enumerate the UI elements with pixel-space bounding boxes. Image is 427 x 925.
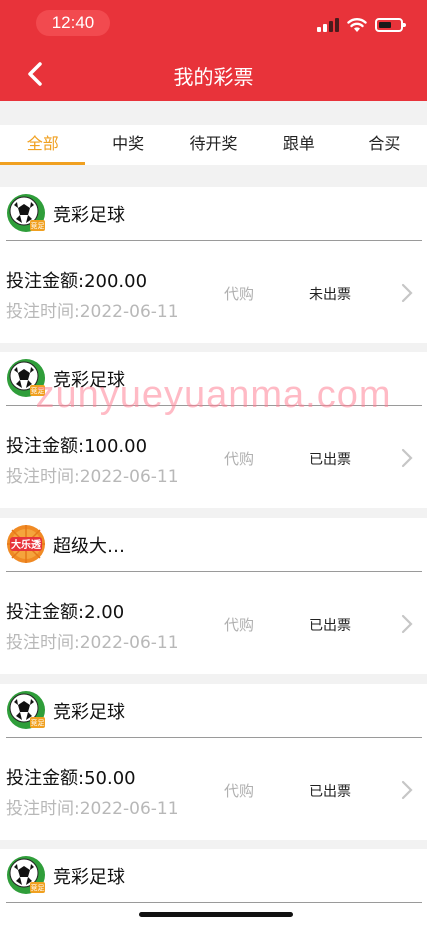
- tab-all[interactable]: 全部: [0, 125, 86, 165]
- ticket-status: 已出票: [309, 618, 351, 634]
- chevron-right-icon[interactable]: [400, 282, 414, 304]
- order-card-header: 超级大…: [0, 518, 427, 572]
- bet-amount: 投注金额:50.00: [6, 768, 136, 789]
- order-type: 代购: [224, 782, 255, 800]
- nav-bar: 我的彩票: [0, 48, 427, 101]
- divider: [6, 571, 422, 572]
- tab-group-buy[interactable]: 合买: [342, 125, 427, 165]
- status-bar: 12:40: [0, 0, 427, 48]
- order-card[interactable]: 竞彩足球 投注金额:100.00 投注时间:2022-06-11 代购 已出票: [0, 352, 427, 508]
- bet-amount: 投注金额:2.00: [6, 602, 125, 623]
- signal-icon: [317, 18, 339, 32]
- order-type: 代购: [224, 450, 255, 468]
- soccer-ball-icon: [6, 193, 46, 233]
- bet-time: 投注时间:2022-06-11: [6, 302, 179, 322]
- tab-bar: 全部 中奖 待开奖 跟单 合买: [0, 125, 427, 165]
- lottery-name: 竞彩足球: [53, 370, 125, 391]
- status-time: 12:40: [36, 10, 110, 36]
- order-card[interactable]: 超级大… 投注金额:2.00 投注时间:2022-06-11 代购 已出票: [0, 518, 427, 674]
- bet-time: 投注时间:2022-06-11: [6, 467, 179, 487]
- order-card-header: 竞彩足球: [0, 849, 427, 903]
- daletou-logo-icon: [6, 524, 46, 564]
- battery-icon: [375, 18, 406, 32]
- wifi-icon: [347, 18, 367, 32]
- order-card-header: 竞彩足球: [0, 352, 427, 406]
- ticket-status: 已出票: [309, 784, 351, 800]
- ticket-status: 未出票: [309, 287, 351, 303]
- divider: [6, 902, 422, 903]
- order-card[interactable]: 竞彩足球 投注金额:50.00 投注时间:2022-06-11 代购 已出票: [0, 684, 427, 840]
- chevron-right-icon[interactable]: [400, 447, 414, 469]
- page-title: 我的彩票: [173, 65, 254, 89]
- chevron-right-icon[interactable]: [400, 779, 414, 801]
- chevron-right-icon[interactable]: [400, 613, 414, 635]
- tab-pending-draw[interactable]: 待开奖: [171, 125, 256, 165]
- order-card[interactable]: 竞彩足球 投注金额:200.00 投注时间:2022-06-11 代购 未出票: [0, 187, 427, 343]
- order-card-header: 竞彩足球: [0, 684, 427, 738]
- lottery-name: 竞彩足球: [53, 205, 125, 226]
- lottery-name: 竞彩足球: [53, 702, 125, 723]
- bet-amount: 投注金额:200.00: [6, 271, 148, 292]
- bet-time: 投注时间:2022-06-11: [6, 799, 179, 819]
- status-icons: [317, 16, 406, 34]
- soccer-ball-icon: [6, 855, 46, 895]
- order-type: 代购: [224, 616, 255, 634]
- tab-follow[interactable]: 跟单: [256, 125, 341, 165]
- bet-time: 投注时间:2022-06-11: [6, 633, 179, 653]
- divider: [6, 240, 422, 241]
- lottery-name: 超级大…: [53, 536, 125, 557]
- ticket-status: 已出票: [309, 452, 351, 468]
- tab-won[interactable]: 中奖: [85, 125, 170, 165]
- divider: [6, 405, 422, 406]
- order-card-header: 竞彩足球: [0, 187, 427, 241]
- soccer-ball-icon: [6, 358, 46, 398]
- header-bar: 12:40 我的彩票: [0, 0, 427, 101]
- order-type: 代购: [224, 285, 255, 303]
- soccer-ball-icon: [6, 690, 46, 730]
- lottery-name: 竞彩足球: [53, 867, 125, 888]
- bet-amount: 投注金额:100.00: [6, 436, 148, 457]
- home-indicator[interactable]: [139, 912, 293, 917]
- divider: [6, 737, 422, 738]
